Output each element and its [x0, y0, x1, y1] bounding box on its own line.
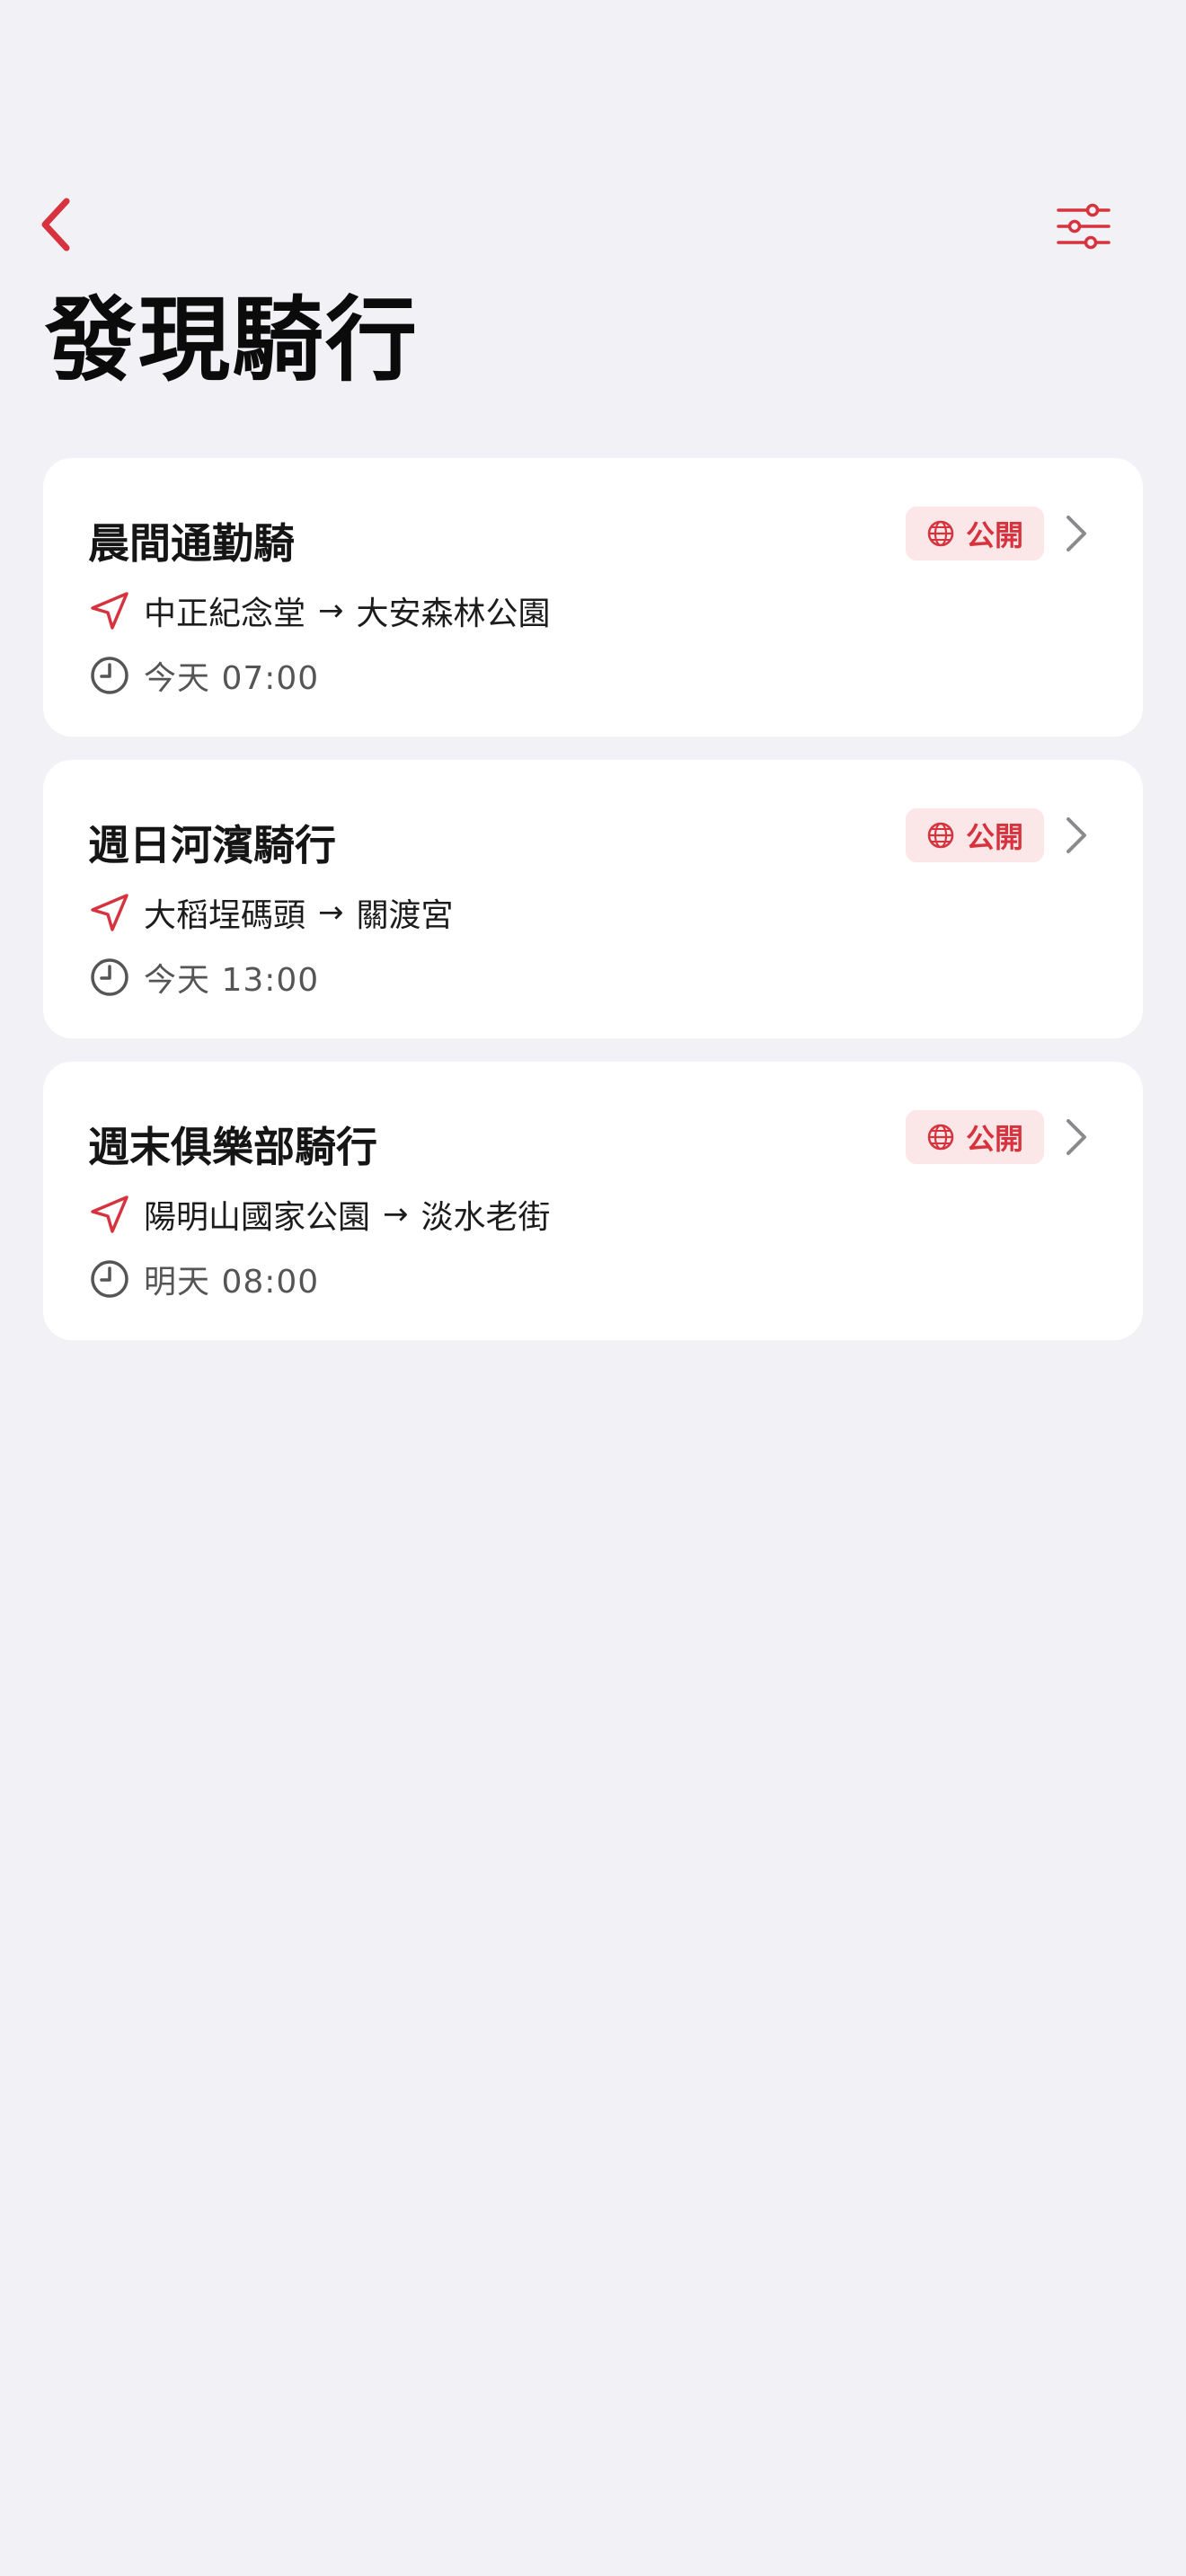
- globe-icon: [927, 520, 954, 547]
- public-badge: 公開: [906, 1110, 1044, 1164]
- ride-card[interactable]: 晨間通勤騎 公開 中正紀念堂 → 大安森林公園 今天 07:00: [43, 458, 1143, 737]
- route-origin: 大稻埕碼頭: [144, 897, 306, 934]
- route-text: 陽明山國家公園 → 淡水老街: [144, 1191, 551, 1238]
- ride-title: 週日河濱騎行: [88, 821, 336, 869]
- chevron-right-icon: [1058, 1114, 1094, 1160]
- public-badge: 公開: [906, 507, 1044, 560]
- ride-time: 明天 08:00: [144, 1264, 320, 1301]
- ride-card[interactable]: 週末俱樂部騎行 公開 陽明山國家公園 → 淡水老街 明天 08:00: [43, 1062, 1143, 1340]
- filter-button[interactable]: [1051, 198, 1116, 255]
- route-arrow: →: [383, 1196, 409, 1232]
- sliders-icon: [1057, 203, 1111, 250]
- route-origin: 陽明山國家公園: [144, 1199, 371, 1236]
- page-title: 發現騎行: [45, 287, 419, 394]
- route-origin: 中正紀念堂: [144, 595, 306, 632]
- route-text: 中正紀念堂 → 大安森林公園: [144, 587, 551, 634]
- globe-icon: [927, 822, 954, 849]
- chevron-right-icon: [1058, 510, 1094, 557]
- time-row: 今天 07:00: [88, 648, 319, 702]
- back-button[interactable]: [27, 196, 84, 253]
- route-row: 中正紀念堂 → 大安森林公園: [88, 584, 551, 638]
- location-arrow-icon: [88, 1193, 131, 1236]
- route-row: 陽明山國家公園 → 淡水老街: [88, 1187, 551, 1241]
- chevron-left-icon: [41, 198, 70, 251]
- chevron-right-icon: [1058, 812, 1094, 859]
- clock-icon: [88, 654, 131, 697]
- badge-label: 公開: [965, 518, 1023, 552]
- ride-list: 晨間通勤騎 公開 中正紀念堂 → 大安森林公園 今天 07:00 週日河濱騎行 …: [43, 458, 1143, 1363]
- ride-time: 今天 07:00: [144, 660, 320, 697]
- ride-card[interactable]: 週日河濱騎行 公開 大稻埕碼頭 → 關渡宮 今天 13:00: [43, 760, 1143, 1038]
- ride-title: 週末俱樂部騎行: [88, 1123, 377, 1171]
- public-badge: 公開: [906, 808, 1044, 862]
- ride-title: 晨間通勤騎: [88, 519, 295, 568]
- route-destination: 淡水老街: [420, 1199, 551, 1236]
- badge-label: 公開: [965, 820, 1023, 854]
- route-text: 大稻埕碼頭 → 關渡宮: [144, 889, 454, 936]
- badge-label: 公開: [965, 1122, 1023, 1156]
- time-row: 明天 08:00: [88, 1252, 319, 1306]
- route-destination: 關渡宮: [356, 897, 454, 934]
- globe-icon: [927, 1124, 954, 1151]
- location-arrow-icon: [88, 589, 131, 632]
- clock-icon: [88, 1257, 131, 1301]
- route-destination: 大安森林公園: [356, 595, 551, 632]
- route-row: 大稻埕碼頭 → 關渡宮: [88, 886, 454, 940]
- route-arrow: →: [318, 593, 344, 629]
- route-arrow: →: [318, 895, 344, 931]
- navigation-bar: [0, 180, 1186, 269]
- ride-time: 今天 13:00: [144, 962, 320, 999]
- clock-icon: [88, 956, 131, 999]
- time-row: 今天 13:00: [88, 950, 319, 1004]
- location-arrow-icon: [88, 891, 131, 934]
